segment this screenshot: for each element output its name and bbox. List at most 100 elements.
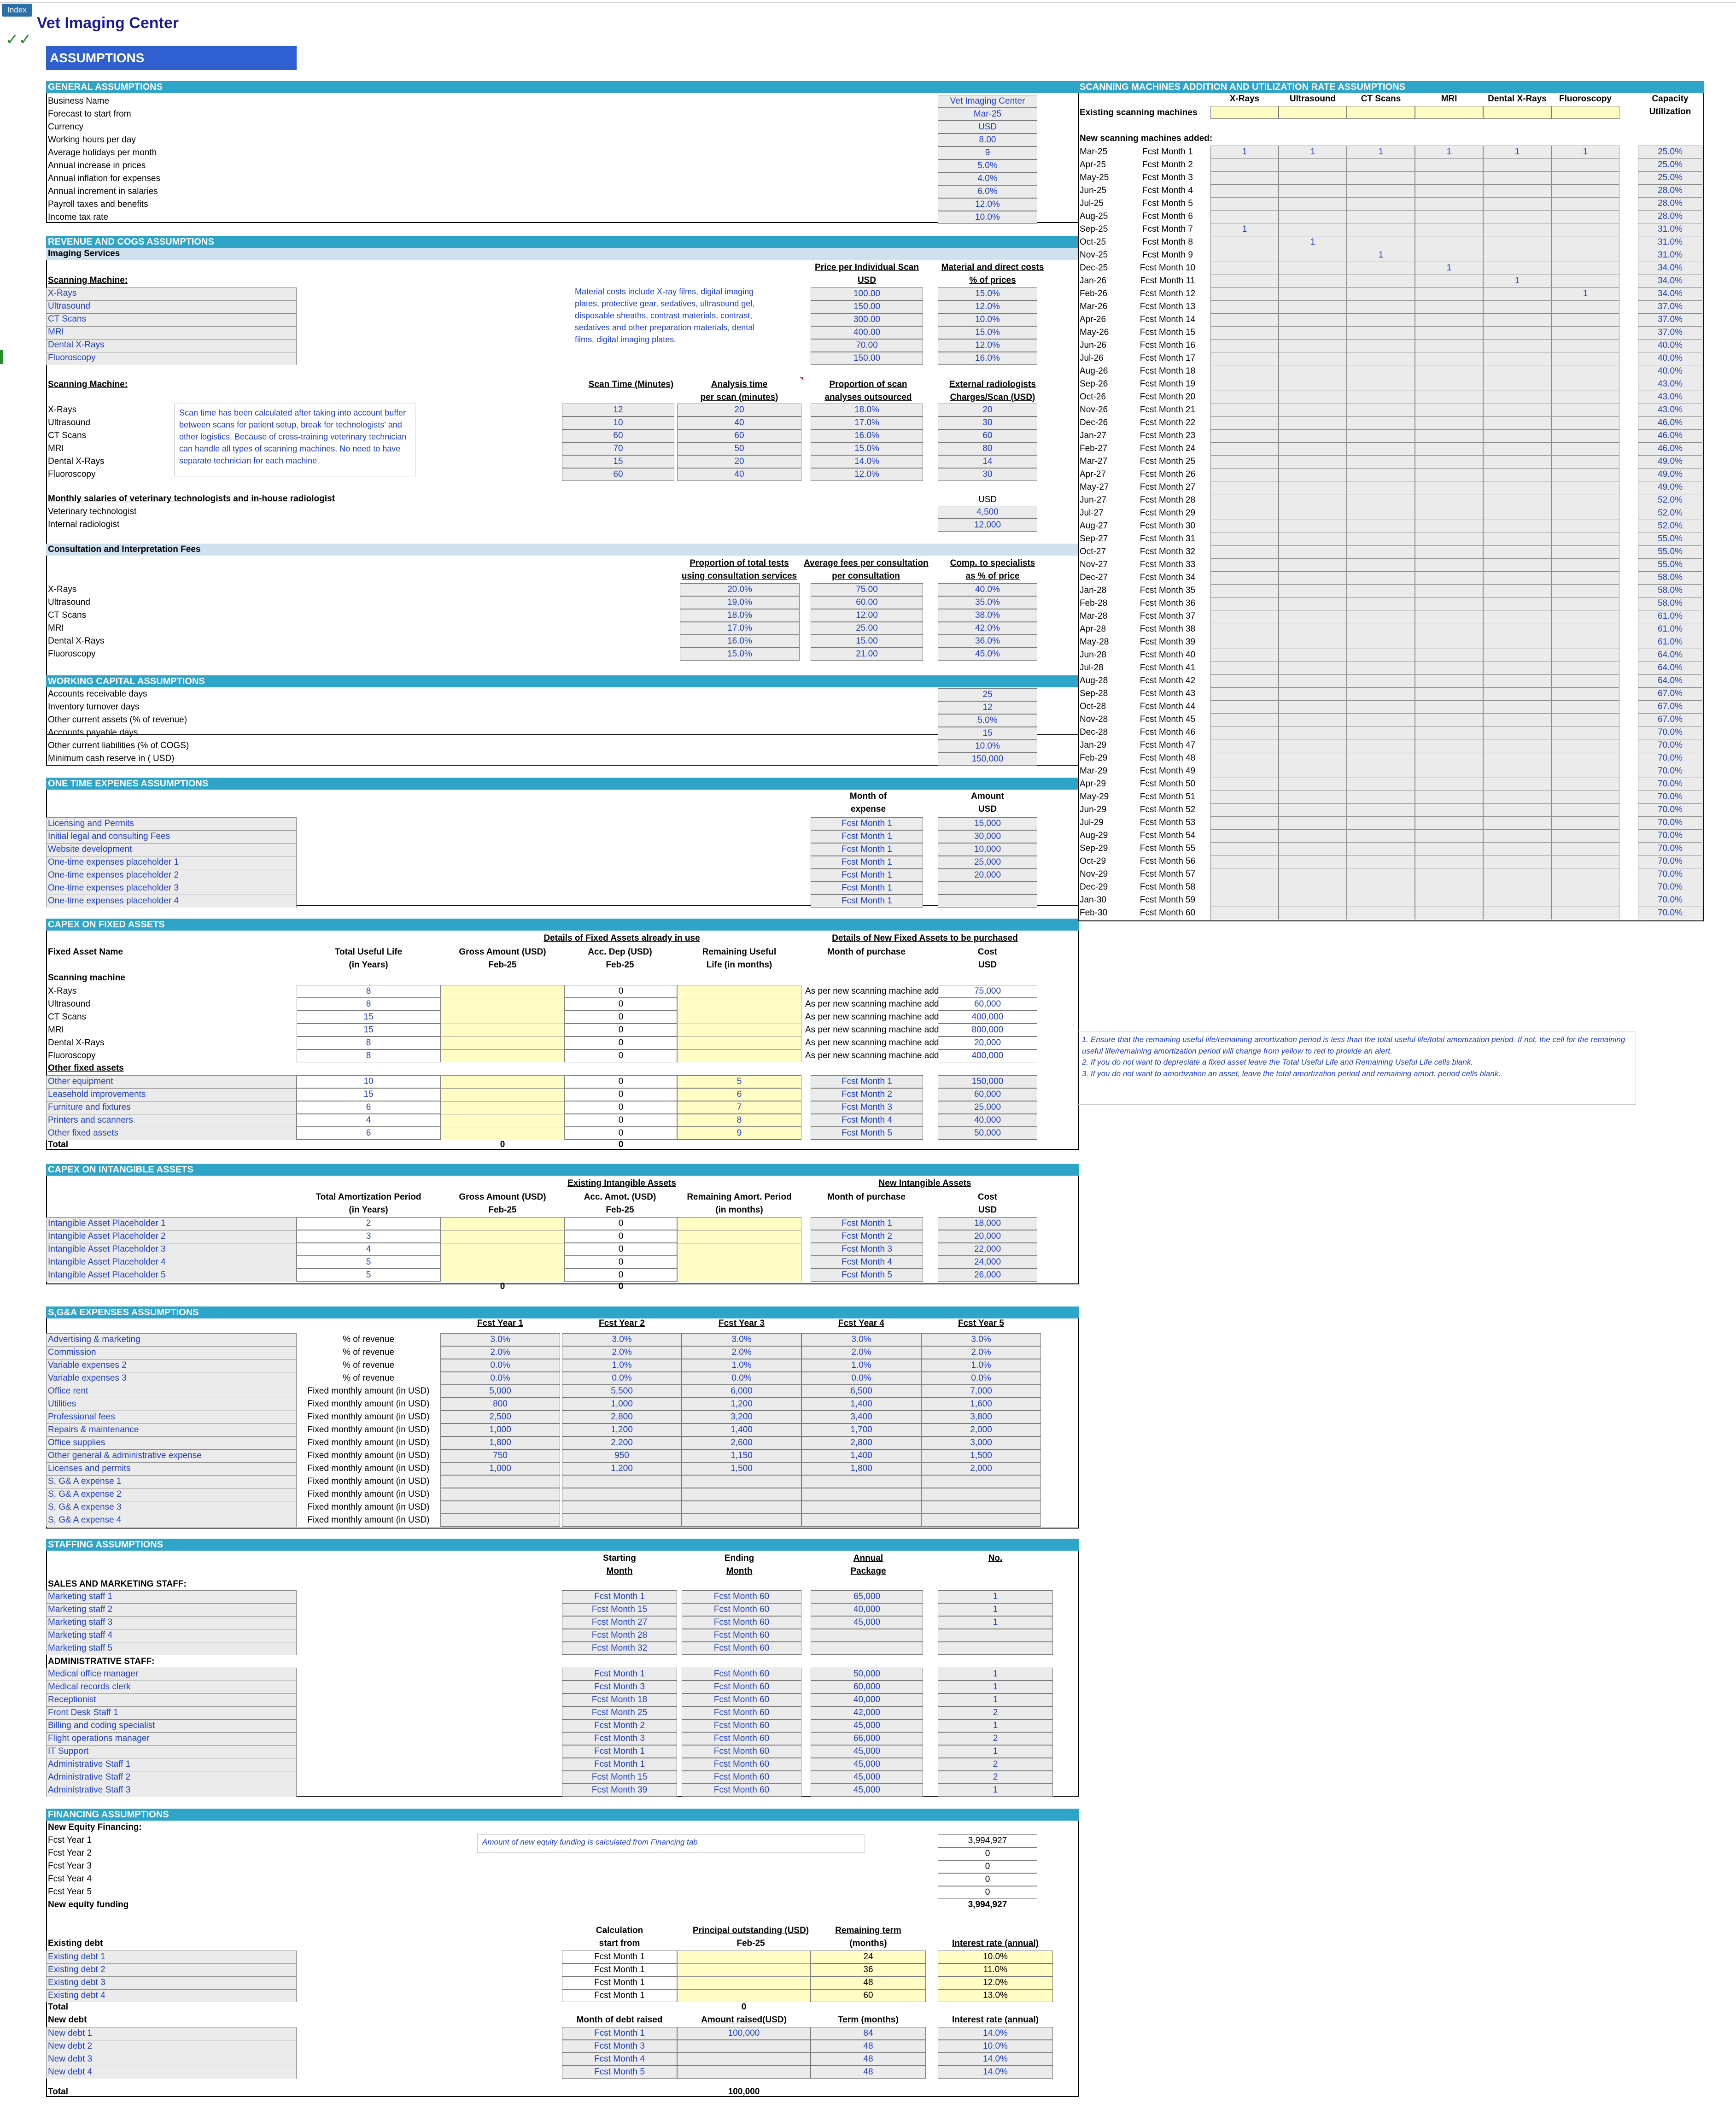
onetime-label[interactable]: Licensing and Permits — [48, 819, 134, 829]
sga-value-cell[interactable] — [801, 1514, 921, 1527]
intang-acc-cell[interactable]: 0 — [565, 1269, 677, 1282]
existing-machine-cell[interactable] — [1279, 106, 1347, 119]
staff-name[interactable]: Marketing staff 2 — [48, 1605, 112, 1615]
sga-value-cell[interactable]: 2,800 — [562, 1411, 682, 1424]
onetime-amount-cell[interactable]: 25,000 — [938, 856, 1037, 869]
sga-value-cell[interactable]: 3,200 — [682, 1411, 801, 1424]
machine-addition-cell[interactable]: 1 — [1279, 147, 1347, 158]
term-cell[interactable]: 48 — [811, 1976, 926, 1989]
start-cell[interactable]: Fcst Month 18 — [562, 1693, 677, 1706]
existing-machine-cell[interactable] — [1347, 106, 1415, 119]
sga-value-cell[interactable]: 950 — [562, 1449, 682, 1462]
utilization-cell[interactable]: 34.0% — [1638, 276, 1702, 287]
sga-value-cell[interactable]: 3.0% — [921, 1333, 1041, 1346]
calc-cell[interactable]: Fcst Month 1 — [562, 1951, 677, 1963]
utilization-cell[interactable]: 64.0% — [1638, 663, 1702, 674]
staff-name[interactable]: Medical office manager — [48, 1669, 138, 1680]
sga-value-cell[interactable]: 1,400 — [682, 1424, 801, 1436]
proportion-cell[interactable]: 12.0% — [811, 468, 923, 481]
sga-value-cell[interactable] — [440, 1488, 560, 1501]
intang-month-cell[interactable]: Fcst Month 3 — [811, 1243, 923, 1256]
new-term-cell[interactable]: 84 — [811, 2027, 926, 2040]
debt-month-cell[interactable]: Fcst Month 4 — [562, 2053, 677, 2066]
sga-value-cell[interactable] — [562, 1501, 682, 1514]
salary-cell[interactable]: 4,500 — [938, 506, 1037, 519]
calc-cell[interactable]: Fcst Month 1 — [562, 1989, 677, 2002]
start-cell[interactable]: Fcst Month 15 — [562, 1771, 677, 1784]
utilization-cell[interactable]: 55.0% — [1638, 560, 1702, 570]
sga-value-cell[interactable]: 3.0% — [801, 1333, 921, 1346]
intang-month-cell[interactable]: Fcst Month 5 — [811, 1269, 923, 1282]
equity-cell[interactable]: 0 — [938, 1886, 1037, 1899]
sga-value-cell[interactable]: 6,000 — [682, 1385, 801, 1398]
utilization-cell[interactable]: 70.0% — [1638, 779, 1702, 790]
start-cell[interactable]: Fcst Month 39 — [562, 1784, 677, 1797]
other-asset-name[interactable]: Furniture and fixtures — [48, 1102, 131, 1113]
material-cell[interactable]: 15.0% — [938, 326, 1037, 339]
term-cell[interactable]: 36 — [811, 1963, 926, 1976]
package-cell[interactable]: 45,000 — [811, 1745, 923, 1758]
utilization-cell[interactable]: 37.0% — [1638, 302, 1702, 312]
wc-cell[interactable]: 5.0% — [938, 714, 1037, 727]
price-cell[interactable]: 300.00 — [811, 313, 923, 326]
accdep-cell[interactable]: 0 — [565, 1024, 677, 1037]
sga-label[interactable]: S, G& A expense 3 — [48, 1502, 122, 1513]
external-cell[interactable]: 20 — [938, 404, 1037, 416]
package-cell[interactable] — [811, 1642, 923, 1655]
sga-value-cell[interactable]: 5,000 — [440, 1385, 560, 1398]
purchase-month-cell[interactable]: Fcst Month 4 — [811, 1114, 923, 1127]
utilization-cell[interactable]: 46.0% — [1638, 431, 1702, 441]
sga-label[interactable]: Commission — [48, 1347, 96, 1358]
new-term-cell[interactable]: 48 — [811, 2066, 926, 2079]
sga-label[interactable]: Office supplies — [48, 1438, 105, 1448]
utilization-cell[interactable]: 28.0% — [1638, 199, 1702, 209]
term-cell[interactable]: 60 — [811, 1989, 926, 2002]
life-cell[interactable]: 15 — [297, 1088, 440, 1101]
utilization-cell[interactable]: 61.0% — [1638, 611, 1702, 622]
comp-cell[interactable]: 38.0% — [938, 609, 1037, 622]
machine-addition-cell[interactable]: 1 — [1210, 147, 1279, 158]
staff-name[interactable]: Flight operations manager — [48, 1734, 150, 1744]
life-cell[interactable]: 6 — [297, 1101, 440, 1114]
utilization-cell[interactable]: 70.0% — [1638, 882, 1702, 893]
utilization-cell[interactable]: 25.0% — [1638, 173, 1702, 183]
sga-label[interactable]: S, G& A expense 4 — [48, 1515, 122, 1526]
cost-cell[interactable]: 60,000 — [938, 998, 1037, 1011]
utilization-cell[interactable]: 70.0% — [1638, 908, 1702, 919]
start-cell[interactable]: Fcst Month 25 — [562, 1706, 677, 1719]
utilization-cell[interactable]: 70.0% — [1638, 844, 1702, 854]
machine-addition-cell[interactable]: 1 — [1347, 250, 1415, 261]
sga-value-cell[interactable] — [562, 1488, 682, 1501]
sga-value-cell[interactable]: 7,000 — [921, 1385, 1041, 1398]
scan-time-cell[interactable]: 70 — [562, 442, 674, 455]
sga-value-cell[interactable] — [440, 1501, 560, 1514]
utilization-cell[interactable]: 70.0% — [1638, 818, 1702, 828]
cost-cell[interactable]: 400,000 — [938, 1049, 1037, 1062]
utilization-cell[interactable]: 70.0% — [1638, 869, 1702, 880]
sga-value-cell[interactable]: 1,200 — [682, 1398, 801, 1411]
sga-value-cell[interactable]: 0.0% — [801, 1372, 921, 1385]
utilization-cell[interactable]: 55.0% — [1638, 547, 1702, 557]
count-cell[interactable]: 1 — [938, 1603, 1053, 1616]
sga-value-cell[interactable]: 1,000 — [440, 1424, 560, 1436]
accdep-cell[interactable]: 0 — [565, 985, 677, 998]
general-value[interactable]: 6.0% — [938, 185, 1037, 198]
consult-fee-cell[interactable]: 60.00 — [811, 596, 923, 609]
new-rate-cell[interactable]: 10.0% — [938, 2040, 1053, 2053]
sga-value-cell[interactable] — [801, 1475, 921, 1488]
sga-value-cell[interactable]: 2.0% — [562, 1346, 682, 1359]
sga-value-cell[interactable] — [682, 1475, 801, 1488]
new-debt-name[interactable]: New debt 4 — [48, 2067, 92, 2078]
new-term-cell[interactable]: 48 — [811, 2053, 926, 2066]
remaining-cell[interactable]: 5 — [677, 1075, 801, 1088]
purchase-month-cell[interactable]: Fcst Month 2 — [811, 1088, 923, 1101]
utilization-cell[interactable]: 28.0% — [1638, 211, 1702, 222]
sga-value-cell[interactable]: 0.0% — [682, 1372, 801, 1385]
sga-label[interactable]: Variable expenses 2 — [48, 1360, 127, 1371]
intang-acc-cell[interactable]: 0 — [565, 1243, 677, 1256]
external-cell[interactable]: 60 — [938, 429, 1037, 442]
utilization-cell[interactable]: 70.0% — [1638, 792, 1702, 803]
intang-acc-cell[interactable]: 0 — [565, 1217, 677, 1230]
other-asset-name[interactable]: Other equipment — [48, 1077, 113, 1087]
price-cell[interactable]: 100.00 — [811, 287, 923, 300]
